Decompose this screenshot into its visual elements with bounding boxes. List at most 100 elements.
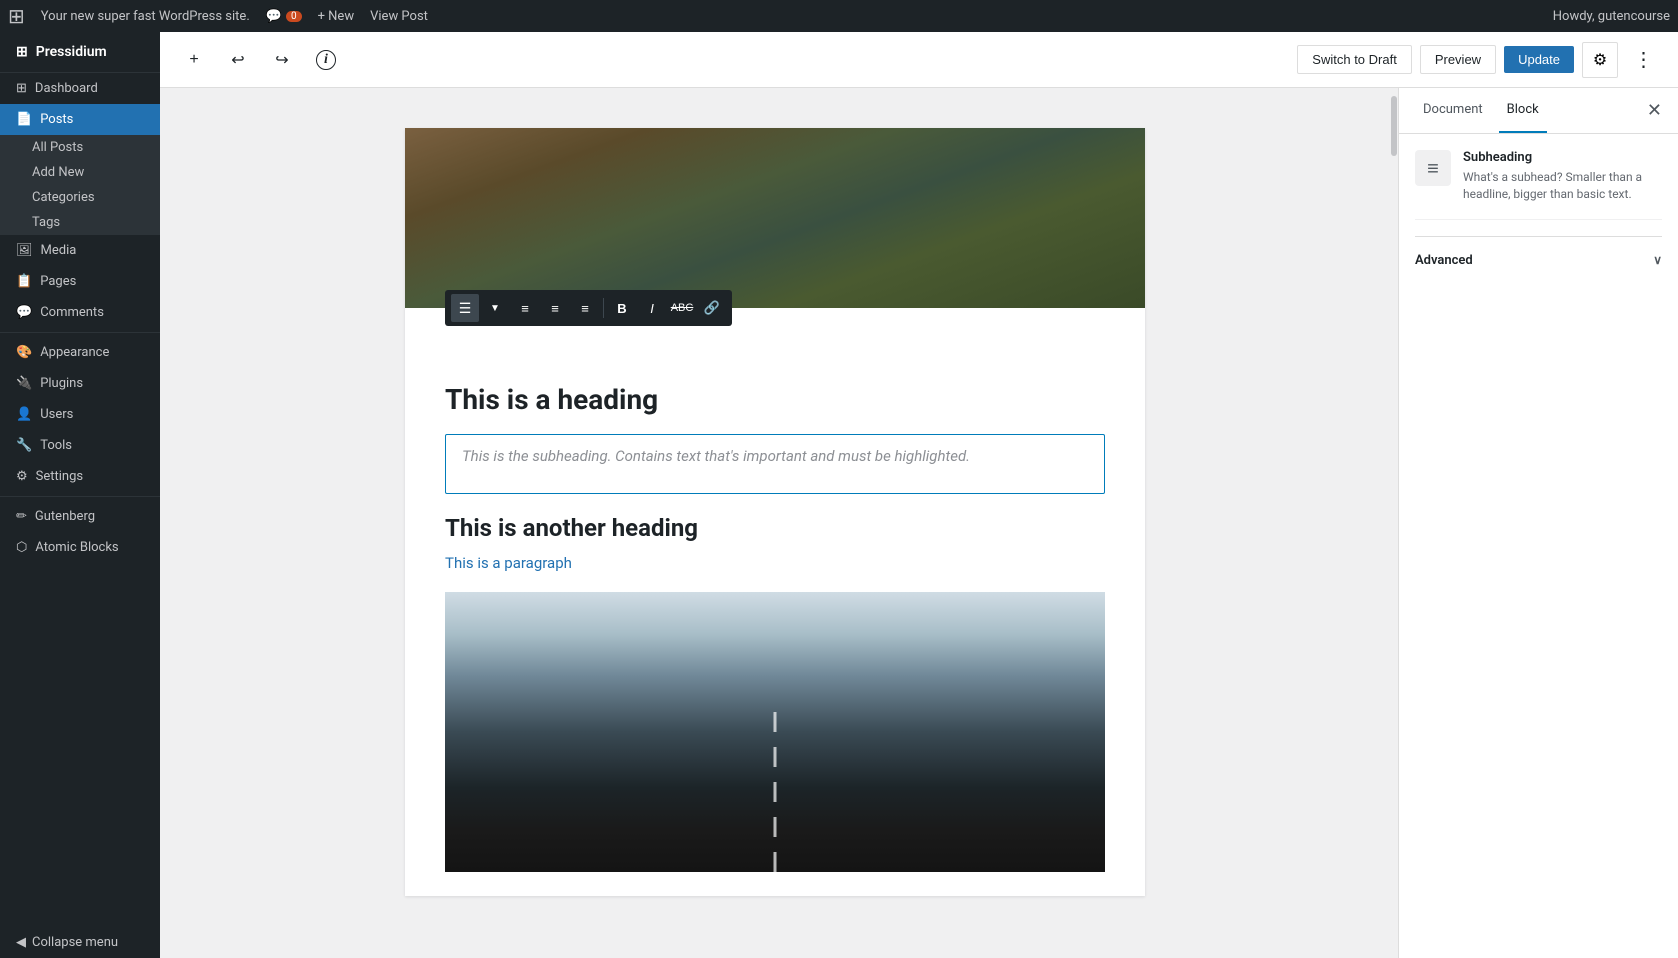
- more-options-icon: ⋮: [1634, 47, 1655, 72]
- sidebar-sub-all-posts[interactable]: All Posts: [0, 135, 160, 160]
- more-options-button[interactable]: ⋮: [1626, 42, 1662, 78]
- switch-to-draft-button[interactable]: Switch to Draft: [1297, 45, 1412, 74]
- undo-icon: ↩: [231, 50, 244, 70]
- info-button[interactable]: i: [308, 42, 344, 78]
- editor-canvas[interactable]: ☰ ▼ ≡ ≡: [160, 88, 1390, 958]
- atomic-blocks-icon: ⬡: [16, 540, 27, 555]
- sidebar-settings-label: Settings: [36, 469, 83, 484]
- strikethrough-icon: ABC: [671, 302, 694, 314]
- sidebar-item-appearance[interactable]: 🎨 Appearance: [0, 337, 160, 368]
- sidebar-sub-tags[interactable]: Tags: [0, 210, 160, 235]
- sidebar-item-comments[interactable]: 💬 Comments: [0, 297, 160, 328]
- undo-button[interactable]: ↩: [220, 42, 256, 78]
- site-name-item[interactable]: Your new super fast WordPress site.: [41, 9, 250, 24]
- formatting-toolbar: ☰ ▼ ≡ ≡: [445, 290, 732, 326]
- view-post-link[interactable]: View Post: [370, 9, 428, 24]
- subheading-placeholder: This is the subheading. Contains text th…: [462, 447, 1088, 465]
- new-label: + New: [318, 9, 355, 24]
- editor-toolbar: + ↩ ↪ i Switch to Draft Preview Update: [160, 32, 1678, 88]
- info-icon: i: [316, 50, 336, 70]
- sidebar-item-pages[interactable]: 📋 Pages: [0, 266, 160, 297]
- subheading-block[interactable]: This is the subheading. Contains text th…: [445, 434, 1105, 494]
- panel-scroll-track[interactable]: [1390, 88, 1398, 958]
- comments-item[interactable]: 💬 0: [266, 9, 302, 24]
- update-label: Update: [1518, 52, 1560, 67]
- sidebar-item-posts[interactable]: 📄 Posts: [0, 104, 160, 135]
- gutenberg-icon: ✏: [16, 509, 27, 524]
- view-post-label: View Post: [370, 9, 428, 24]
- block-title: Subheading: [1463, 150, 1662, 165]
- sidebar-item-tools[interactable]: 🔧 Tools: [0, 430, 160, 461]
- collapse-icon: ◀: [16, 935, 26, 950]
- wp-logo-icon: ⊞: [8, 4, 25, 28]
- dashboard-icon: ⊞: [16, 81, 27, 96]
- bold-icon: B: [617, 301, 626, 316]
- posts-submenu: All Posts Add New Categories Tags: [0, 135, 160, 235]
- advanced-header[interactable]: Advanced ∨: [1415, 249, 1662, 272]
- sidebar-comments-label: Comments: [40, 305, 104, 320]
- post-heading-1[interactable]: This is a heading: [445, 382, 1105, 418]
- block-icon: ≡: [1415, 150, 1451, 186]
- admin-bar: ⊞ Your new super fast WordPress site. 💬 …: [0, 0, 1678, 32]
- sidebar-brand: ⊞ Pressidium: [0, 32, 160, 73]
- sidebar-pages-label: Pages: [40, 274, 76, 289]
- howdy-text: Howdy, gutencourse: [1553, 9, 1670, 24]
- align-center-button[interactable]: ≡: [511, 294, 539, 322]
- hero-image-block[interactable]: [405, 128, 1145, 308]
- collapse-menu-button[interactable]: ◀ Collapse menu: [0, 927, 160, 958]
- align-right-button[interactable]: ≡: [541, 294, 569, 322]
- block-type-icon: ≡: [1427, 156, 1439, 181]
- strikethrough-button[interactable]: ABC: [668, 294, 696, 322]
- sidebar-item-dashboard[interactable]: ⊞ Dashboard: [0, 73, 160, 104]
- pages-icon: 📋: [16, 274, 32, 289]
- align-right-icon: ≡: [551, 301, 559, 316]
- link-icon: 🔗: [704, 300, 720, 316]
- comments-icon: 💬: [266, 9, 282, 24]
- sidebar-item-atomic-blocks[interactable]: ⬡ Atomic Blocks: [0, 532, 160, 563]
- post-heading-2[interactable]: This is another heading: [445, 514, 1105, 542]
- switch-to-draft-label: Switch to Draft: [1312, 52, 1397, 67]
- panel-content: ≡ Subheading What's a subhead? Smaller t…: [1399, 134, 1678, 958]
- road-image-block[interactable]: [445, 592, 1105, 872]
- advanced-section: Advanced ∨: [1415, 236, 1662, 284]
- wp-logo-item[interactable]: ⊞: [8, 4, 25, 28]
- tab-block[interactable]: Block: [1499, 88, 1547, 133]
- sidebar-item-settings[interactable]: ⚙ Settings: [0, 461, 160, 492]
- tab-document[interactable]: Document: [1415, 88, 1491, 133]
- redo-icon: ↪: [275, 50, 288, 70]
- align-dropdown-icon: ▼: [490, 303, 500, 314]
- sidebar-users-label: Users: [40, 407, 73, 422]
- align-left-button[interactable]: ☰: [451, 294, 479, 322]
- sidebar-item-media[interactable]: 🖼 Media: [0, 235, 160, 266]
- panel-close-button[interactable]: ✕: [1647, 88, 1662, 133]
- sidebar: ⊞ Pressidium ⊞ Dashboard 📄 Posts All Pos…: [0, 32, 160, 958]
- sidebar-tools-label: Tools: [40, 438, 72, 453]
- post-content: ☰ ▼ ≡ ≡: [405, 128, 1145, 896]
- sidebar-sub-categories[interactable]: Categories: [0, 185, 160, 210]
- update-button[interactable]: Update: [1504, 46, 1574, 73]
- sidebar-item-gutenberg[interactable]: ✏ Gutenberg: [0, 501, 160, 532]
- align-center-icon: ≡: [521, 301, 529, 316]
- align-left-icon: ☰: [459, 300, 472, 317]
- sidebar-item-plugins[interactable]: 🔌 Plugins: [0, 368, 160, 399]
- sidebar-dashboard-label: Dashboard: [35, 81, 98, 96]
- sidebar-sub-add-new[interactable]: Add New: [0, 160, 160, 185]
- appearance-icon: 🎨: [16, 345, 32, 360]
- add-block-button[interactable]: +: [176, 42, 212, 78]
- italic-button[interactable]: I: [638, 294, 666, 322]
- post-body: ☰ ▼ ≡ ≡: [405, 308, 1145, 896]
- sidebar-item-users[interactable]: 👤 Users: [0, 399, 160, 430]
- heading-block[interactable]: ☰ ▼ ≡ ≡: [445, 332, 1105, 418]
- preview-button[interactable]: Preview: [1420, 45, 1496, 74]
- sidebar-appearance-label: Appearance: [40, 345, 109, 360]
- bold-button[interactable]: B: [608, 294, 636, 322]
- post-paragraph[interactable]: This is a paragraph: [445, 554, 1105, 572]
- new-button[interactable]: + New: [318, 9, 355, 24]
- add-block-icon: +: [189, 51, 198, 69]
- align-justify-button[interactable]: ≡: [571, 294, 599, 322]
- align-dropdown-button[interactable]: ▼: [481, 294, 509, 322]
- link-button[interactable]: 🔗: [698, 294, 726, 322]
- settings-gear-icon: ⚙: [1593, 50, 1607, 70]
- settings-panel-button[interactable]: ⚙: [1582, 42, 1618, 78]
- redo-button[interactable]: ↪: [264, 42, 300, 78]
